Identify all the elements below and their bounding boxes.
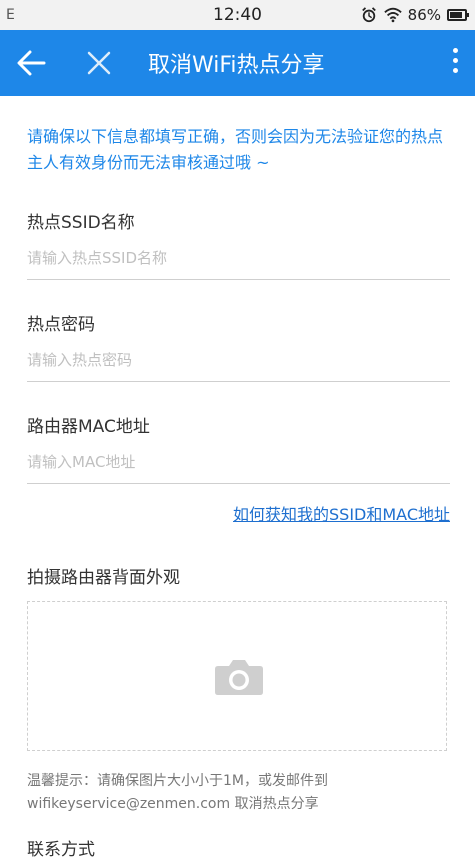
more-vertical-icon[interactable]: [449, 48, 461, 78]
battery-icon: [447, 9, 469, 21]
mac-field-group: 路由器MAC地址: [27, 412, 450, 484]
camera-icon: [215, 660, 263, 695]
photo-upload-area[interactable]: [27, 601, 447, 751]
password-input[interactable]: [27, 351, 450, 382]
tip-text: 温馨提示：请确保图片大小小于1M，或发邮件到 wifikeyservice@ze…: [27, 770, 452, 816]
ssid-mac-help-link[interactable]: 如何获知我的SSID和MAC地址: [233, 501, 450, 525]
page-title: 取消WiFi热点分享: [148, 53, 325, 78]
ssid-label: 热点SSID名称: [27, 213, 135, 233]
close-icon[interactable]: [86, 50, 112, 76]
battery-percent: 86%: [407, 6, 441, 24]
alarm-icon: [361, 7, 376, 23]
notice-text: 请确保以下信息都填写正确，否则会因为无法验证您的热点主人有效身份而无法审核通过哦…: [27, 127, 444, 172]
ssid-input[interactable]: [27, 249, 450, 280]
mac-label: 路由器MAC地址: [27, 417, 150, 437]
status-bar: E 12:40 86%: [0, 0, 475, 30]
tip-line-1: 温馨提示：请确保图片大小小于1M，或发邮件到: [27, 773, 328, 789]
app-header: 取消WiFi热点分享: [0, 30, 475, 96]
mac-input[interactable]: [27, 453, 450, 484]
tip-line-2: wifikeyservice@zenmen.com 取消热点分享: [27, 796, 319, 812]
password-field-group: 热点密码: [27, 310, 450, 382]
password-label: 热点密码: [27, 315, 95, 335]
contact-label: 联系方式: [27, 840, 95, 860]
back-arrow-icon[interactable]: [16, 50, 46, 76]
status-icons: 86%: [360, 6, 469, 24]
battery-level: [450, 12, 462, 18]
photo-label: 拍摄路由器背面外观: [27, 568, 180, 588]
ssid-field-group: 热点SSID名称: [27, 208, 450, 280]
wifi-icon: [383, 7, 402, 23]
